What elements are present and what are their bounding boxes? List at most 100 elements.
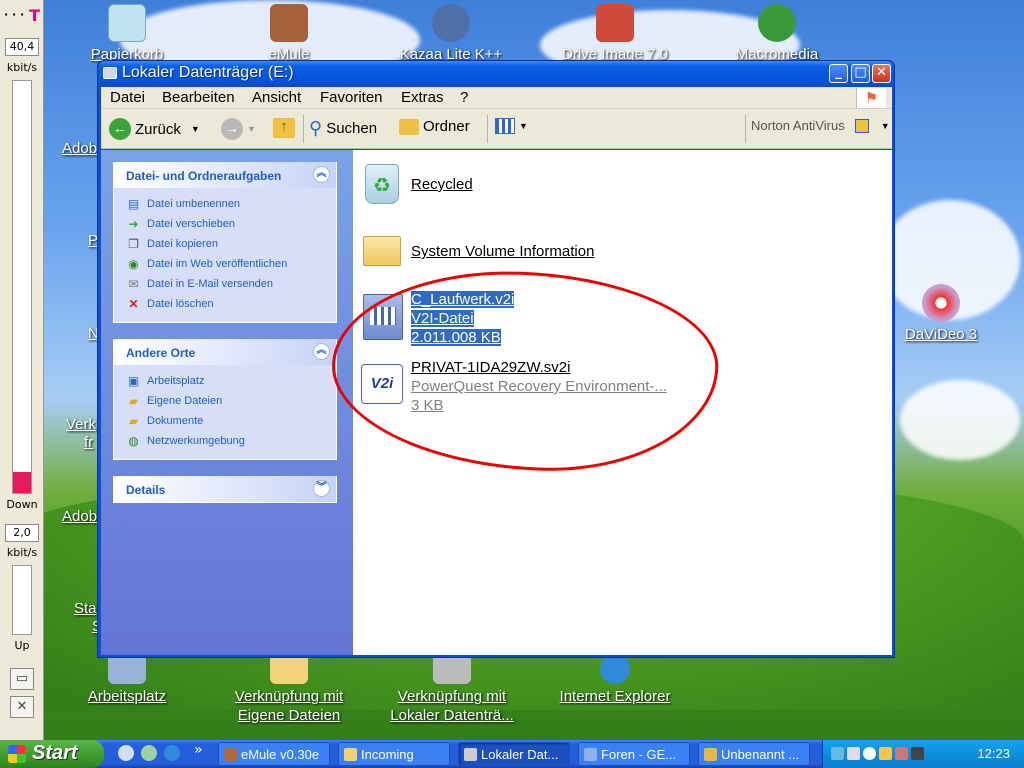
desktop-label-partial[interactable]: Verk	[66, 416, 96, 433]
details-header[interactable]: Details ︾	[114, 476, 336, 502]
paint-icon	[704, 748, 717, 761]
dropdown-arrow-icon: ▼	[190, 124, 200, 134]
folders-button[interactable]: Ordner	[399, 118, 470, 135]
desktop-icon-arbeitsplatz[interactable]: Arbeitsplatz	[72, 654, 182, 706]
collapse-chevron-icon[interactable]: ︽	[313, 343, 330, 360]
close-button[interactable]: ✕	[872, 64, 891, 83]
details-panel: Details ︾	[113, 476, 337, 503]
quicklaunch-emule-icon[interactable]	[118, 745, 134, 761]
taskbar: Start » eMule v0.30e Incoming Lokaler Da…	[0, 740, 1024, 768]
desktop-icon-davideo[interactable]: DaViDeo 3	[886, 284, 996, 344]
folder-icon	[359, 228, 403, 274]
davideo-icon	[922, 284, 960, 322]
meter-window-button[interactable]: ▭	[10, 668, 34, 690]
tray-display-icon[interactable]	[911, 747, 924, 760]
forward-button[interactable]: → ▼	[221, 118, 256, 140]
task-email[interactable]: ✉ Datei in E-Mail versenden	[126, 274, 326, 294]
task-foren[interactable]: Foren - GE...	[578, 742, 690, 766]
menu-help[interactable]: ?	[460, 89, 468, 106]
place-dokumente[interactable]: ▰ Dokumente	[126, 411, 326, 431]
search-button[interactable]: ⚲ Suchen	[309, 118, 377, 139]
task-emule[interactable]: eMule v0.30e	[218, 742, 330, 766]
email-icon: ✉	[128, 277, 139, 291]
maximize-button[interactable]: □	[851, 64, 870, 83]
desktop-icon-macromedia[interactable]: Macromedia	[722, 4, 832, 64]
up-folder-button[interactable]: ↑	[273, 118, 295, 138]
task-copy[interactable]: ❐ Datei kopieren	[126, 234, 326, 254]
task-publish-web[interactable]: ◉ Datei im Web veröffentlichen	[126, 254, 326, 274]
file-name: System Volume Information	[411, 243, 595, 260]
move-icon: ➜	[128, 217, 139, 231]
desktop-label-partial[interactable]: Sta	[74, 600, 97, 617]
browser-icon	[584, 748, 597, 761]
task-delete[interactable]: ✕ Datei löschen	[126, 294, 326, 314]
other-places-header[interactable]: Andere Orte ︽	[114, 339, 336, 365]
dropdown-arrow-icon: ▼	[880, 120, 890, 131]
file-item-privat-sv2i[interactable]: V2i PRIVAT-1IDA29ZW.sv2i PowerQuest Reco…	[359, 358, 667, 415]
file-item-c-laufwerk[interactable]: C_Laufwerk.v2i V2I-Datei 2.011.008 KB	[359, 290, 515, 347]
up-unit: kbit/s	[6, 546, 38, 559]
file-name: C_Laufwerk.v2i	[411, 291, 515, 308]
emule-icon	[270, 4, 308, 42]
tray-volume-icon[interactable]	[847, 747, 860, 760]
file-item-system-volume[interactable]: System Volume Information	[359, 228, 594, 274]
file-tasks-header[interactable]: Datei- und Ordneraufgaben ︽	[114, 162, 336, 188]
folder-icon	[344, 748, 357, 761]
file-item-recycled[interactable]: ♻ Recycled	[359, 160, 473, 206]
desktop-icon-recycle-bin[interactable]: Papierkorb	[72, 4, 182, 64]
expand-chevron-icon[interactable]: ︾	[313, 480, 330, 497]
menu-extras[interactable]: Extras	[401, 89, 444, 106]
emule-icon	[224, 748, 237, 761]
other-places-panel: Andere Orte ︽ ▣ Arbeitsplatz ▰ Eigene Date…	[113, 339, 337, 460]
file-size: 2.011.008 KB	[411, 329, 501, 346]
quicklaunch-ie-icon[interactable]	[164, 745, 180, 761]
down-bar	[12, 80, 32, 494]
tray-tools-icon[interactable]	[895, 747, 908, 760]
menu-datei[interactable]: Datei	[110, 89, 145, 106]
desktop-label-partial[interactable]: fr	[84, 434, 93, 451]
tray-network-icon[interactable]	[831, 747, 844, 760]
quicklaunch-overflow-icon[interactable]: »	[194, 742, 203, 758]
desktop-icon-emule[interactable]: eMule	[234, 4, 344, 64]
task-lokaler-datentraeger[interactable]: Lokaler Dat...	[458, 742, 570, 766]
place-arbeitsplatz[interactable]: ▣ Arbeitsplatz	[126, 371, 326, 391]
tray-safely-remove-icon[interactable]	[879, 747, 892, 760]
up-value: 2,0	[5, 524, 39, 542]
desktop-icon-kazaa[interactable]: Kazaa Lite K++	[396, 4, 506, 64]
desktop-icon-internet-explorer[interactable]: Internet Explorer	[550, 654, 680, 706]
minimize-button[interactable]: _	[829, 64, 848, 83]
desktop-label-partial[interactable]: Adob	[62, 508, 97, 525]
start-button[interactable]: Start	[0, 740, 104, 768]
menu-ansicht[interactable]: Ansicht	[252, 89, 301, 106]
place-netzwerkumgebung[interactable]: ◍ Netzwerkumgebung	[126, 431, 326, 451]
up-bar	[12, 565, 32, 635]
quicklaunch-desktop-icon[interactable]	[141, 745, 157, 761]
meter-close-button[interactable]: ✕	[10, 696, 34, 718]
desktop-icon-drive-image[interactable]: Drive Image 7.0	[560, 4, 670, 64]
tray-help-icon[interactable]	[863, 747, 876, 760]
desktop-label-partial[interactable]: Adob	[62, 140, 97, 157]
norton-antivirus-button[interactable]: Norton AntiVirus ▼	[751, 118, 890, 133]
system-tray: 12:23	[822, 740, 1024, 768]
task-rename[interactable]: ▤ Datei umbenennen	[126, 194, 326, 214]
bandwidth-meter: · · · T 40,4 kbit/s Down 2,0 kbit/s Up ▭…	[0, 0, 44, 740]
drive-image-icon	[596, 4, 634, 42]
place-eigene-dateien[interactable]: ▰ Eigene Dateien	[126, 391, 326, 411]
task-move[interactable]: ➜ Datei verschieben	[126, 214, 326, 234]
task-unbenannt[interactable]: Unbenannt ...	[698, 742, 810, 766]
down-value: 40,4	[5, 38, 39, 56]
window-title: Lokaler Datenträger (E:)	[122, 64, 294, 81]
views-button[interactable]: ▼	[495, 118, 528, 134]
menu-bearbeiten[interactable]: Bearbeiten	[162, 89, 235, 106]
desktop-icon-eigene-dateien[interactable]: Verknüpfung mit Eigene Dateien	[224, 654, 354, 725]
task-incoming[interactable]: Incoming	[338, 742, 450, 766]
dropdown-arrow-icon: ▼	[519, 121, 528, 131]
desktop-icon-lokaler-datentraeger[interactable]: Verknüpfung mit Lokaler Datenträ...	[382, 654, 522, 725]
menu-favoriten[interactable]: Favoriten	[320, 89, 383, 106]
title-bar[interactable]: Lokaler Datenträger (E:) _ □ ✕	[98, 61, 894, 87]
collapse-chevron-icon[interactable]: ︽	[313, 166, 330, 183]
back-button[interactable]: ← Zurück ▼	[109, 118, 200, 140]
toolbar: ← Zurück ▼ → ▼ ↑ ⚲ Suchen Ordner ▼ Norto…	[101, 109, 892, 149]
computer-icon	[108, 654, 146, 684]
drive-icon	[464, 748, 477, 761]
